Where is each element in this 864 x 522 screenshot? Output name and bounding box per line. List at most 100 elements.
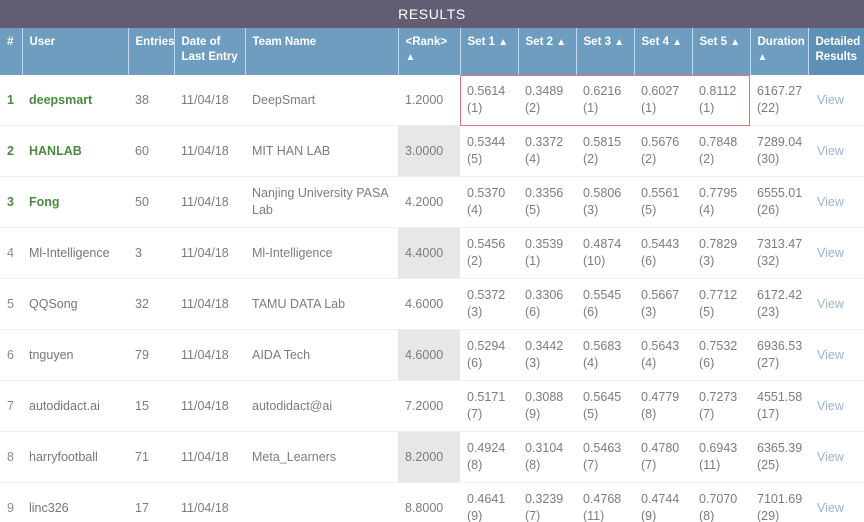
cell-team-name: autodidact@ai: [245, 380, 398, 432]
view-details-link[interactable]: View: [817, 144, 844, 158]
cell-rank-number: 7: [0, 380, 22, 432]
view-details-link[interactable]: View: [817, 297, 844, 311]
cell-set-3: 0.4768 (11): [576, 482, 634, 522]
cell-set-4: 0.4779 (8): [634, 380, 692, 432]
sort-ascending-icon[interactable]: ▲: [498, 37, 508, 48]
score-value: 0.5171: [467, 390, 506, 404]
sort-ascending-icon[interactable]: ▲: [730, 37, 740, 48]
cell-rank-score: 7.2000: [398, 380, 460, 432]
cell-team-name: AIDA Tech: [245, 329, 398, 381]
column-header-rank[interactable]: <Rank> ▲: [398, 28, 461, 75]
cell-set-1: 0.4641 (9): [460, 482, 518, 522]
page-title: RESULTS: [398, 6, 466, 22]
score-value: 0.7712: [699, 288, 738, 302]
view-details-link[interactable]: View: [817, 501, 844, 515]
score-rank: (8): [699, 509, 715, 522]
score-rank: (17): [757, 407, 780, 421]
cell-set-4: 0.4780 (7): [634, 431, 692, 483]
score-rank: (23): [757, 305, 780, 319]
score-rank: (7): [699, 407, 715, 421]
column-header-entries[interactable]: Entries: [128, 28, 175, 75]
table-row[interactable]: 1 deepsmart 38 11/04/18 DeepSmart 1.2000 0.561…: [0, 75, 864, 126]
cell-entries: 71: [128, 431, 174, 483]
cell-date: 11/04/18: [174, 278, 245, 330]
view-details-link[interactable]: View: [817, 93, 844, 107]
score-value: 0.5643: [641, 339, 680, 353]
view-details-link[interactable]: View: [817, 399, 844, 413]
cell-date: 11/04/18: [174, 125, 245, 177]
cell-set-5: 0.7712 (5): [692, 278, 750, 330]
view-details-link[interactable]: View: [817, 195, 844, 209]
score-value: 0.5614: [467, 84, 506, 98]
cell-set-1: 0.5456 (2): [460, 227, 518, 279]
table-row[interactable]: 6 tnguyen 79 11/04/18 AIDA Tech 4.6000 0.5294 (…: [0, 329, 864, 381]
score-value: 0.4780: [641, 441, 680, 455]
table-row[interactable]: 9 linc326 17 11/04/18 8.8000 0.4641 (9) 0.3239 (…: [0, 482, 864, 522]
view-details-link[interactable]: View: [817, 246, 844, 260]
cell-set-5: 0.6943 (11): [692, 431, 750, 483]
table-body: 1 deepsmart 38 11/04/18 DeepSmart 1.2000 0.561…: [0, 75, 864, 522]
sort-ascending-icon[interactable]: ▲: [758, 52, 768, 63]
table-row[interactable]: 3 Fong 50 11/04/18 Nanjing University PASA L…: [0, 176, 864, 228]
cell-set-3: 0.5545 (6): [576, 278, 634, 330]
cell-set-4: 0.5643 (4): [634, 329, 692, 381]
column-header-date[interactable]: Date of Last Entry: [174, 28, 246, 75]
cell-entries: 3: [128, 227, 174, 279]
cell-duration: 7289.04 (30): [750, 125, 808, 177]
column-header-set3[interactable]: Set 3 ▲: [576, 28, 635, 75]
column-header-num[interactable]: #: [0, 28, 23, 75]
table-row[interactable]: 8 harryfootball 71 11/04/18 Meta_Learners 8.2…: [0, 431, 864, 483]
score-rank: (4): [467, 203, 483, 217]
cell-set-5: 0.7532 (6): [692, 329, 750, 381]
column-header-set4[interactable]: Set 4 ▲: [634, 28, 693, 75]
score-value: 0.4874: [583, 237, 622, 251]
column-header-set2[interactable]: Set 2 ▲: [518, 28, 577, 75]
score-rank: (1): [699, 101, 715, 115]
cell-set-1: 0.5344 (5): [460, 125, 518, 177]
cell-set-2: 0.3442 (3): [518, 329, 576, 381]
column-header-label: Detailed Results: [815, 36, 861, 63]
score-rank: (4): [699, 203, 715, 217]
score-rank: (2): [699, 152, 715, 166]
view-details-link[interactable]: View: [817, 450, 844, 464]
cell-team-name: DeepSmart: [245, 75, 398, 126]
cell-username: deepsmart: [22, 75, 128, 126]
table-row[interactable]: 2 HANLAB 60 11/04/18 MIT HAN LAB 3.0000 0.5344…: [0, 125, 864, 177]
sort-ascending-icon[interactable]: ▲: [406, 52, 416, 63]
column-header-set5[interactable]: Set 5 ▲: [692, 28, 751, 75]
view-details-link[interactable]: View: [817, 348, 844, 362]
column-header-label: Set 2: [525, 36, 554, 48]
table-row[interactable]: 7 autodidact.ai 15 11/04/18 autodidact@ai 7.2…: [0, 380, 864, 432]
cell-date: 11/04/18: [174, 329, 245, 381]
sort-ascending-icon[interactable]: ▲: [556, 37, 566, 48]
cell-detailed-results: View: [808, 431, 864, 483]
score-value: 0.7070: [699, 492, 738, 506]
cell-set-4: 0.5667 (3): [634, 278, 692, 330]
column-header-team[interactable]: Team Name: [245, 28, 399, 75]
score-value: 0.5372: [467, 288, 506, 302]
column-header-set1[interactable]: Set 1 ▲: [460, 28, 519, 75]
score-rank: (5): [583, 407, 599, 421]
column-header-duration[interactable]: Duration ▲: [750, 28, 809, 75]
cell-duration: 7101.69 (29): [750, 482, 808, 522]
cell-set-4: 0.5676 (2): [634, 125, 692, 177]
cell-set-5: 0.8112 (1): [692, 75, 750, 126]
cell-rank-number: 9: [0, 482, 22, 522]
table-row[interactable]: 5 QQSong 32 11/04/18 TAMU DATA Lab 4.6000 0.53…: [0, 278, 864, 330]
table-row[interactable]: 4 Ml-Intelligence 3 11/04/18 Ml-Intelligence…: [0, 227, 864, 279]
sort-ascending-icon[interactable]: ▲: [672, 37, 682, 48]
cell-duration: 4551.58 (17): [750, 380, 808, 432]
score-rank: (30): [757, 152, 780, 166]
cell-entries: 15: [128, 380, 174, 432]
sort-ascending-icon[interactable]: ▲: [614, 37, 624, 48]
column-header-detailed[interactable]: Detailed Results: [808, 28, 864, 75]
cell-rank-score: 4.4000: [398, 227, 460, 279]
score-value: 0.3306: [525, 288, 564, 302]
column-header-user[interactable]: User: [22, 28, 129, 75]
cell-set-1: 0.5614 (1): [460, 75, 518, 126]
cell-set-3: 0.5463 (7): [576, 431, 634, 483]
cell-set-2: 0.3539 (1): [518, 227, 576, 279]
column-header-label: Set 4: [641, 36, 670, 48]
score-rank: (22): [757, 101, 780, 115]
score-rank: (7): [641, 458, 657, 472]
